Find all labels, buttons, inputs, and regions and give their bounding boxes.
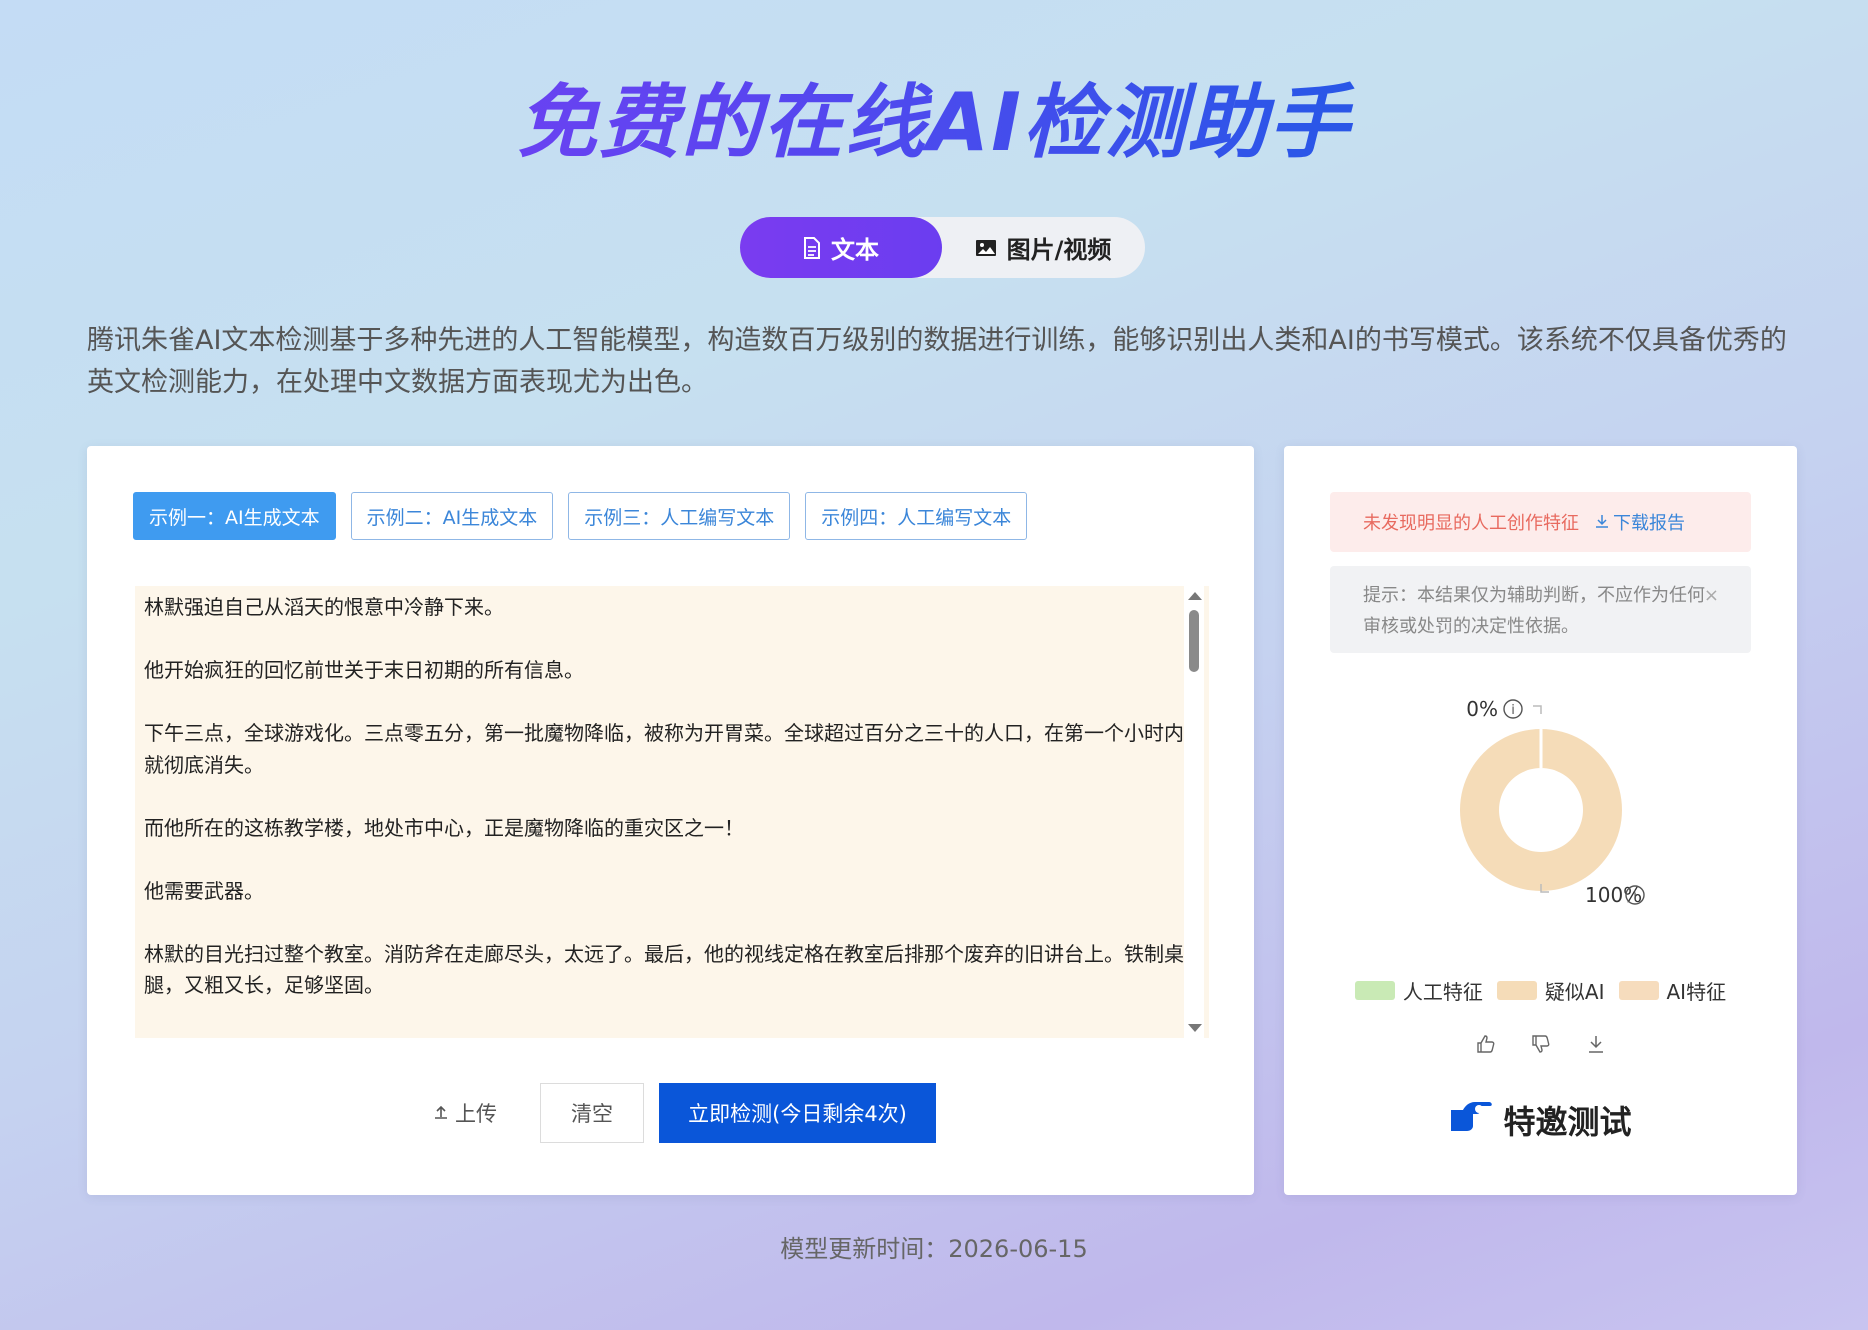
legend-swatch bbox=[1354, 981, 1395, 1000]
tab-text-label: 文本 bbox=[831, 236, 879, 264]
image-icon bbox=[975, 239, 997, 257]
paragraph: 林默的目光扫过整个教室。消防斧在走廊尽头，太远了。最后，他的视线定格在教室后排那… bbox=[144, 941, 1184, 998]
page-title: 免费的在线AI检测助手 bbox=[0, 58, 1868, 174]
feedback-bar bbox=[1284, 1034, 1797, 1054]
intro-text: 腾讯朱雀AI文本检测基于多种先进的人工智能模型，构造数百万级别的数据进行训练，能… bbox=[87, 325, 1787, 398]
disclaimer-tip: 提示：本结果仅为辅助判断，不应作为任何审核或处罚的决定性依据。 × bbox=[1330, 566, 1751, 653]
download-icon bbox=[1595, 512, 1609, 533]
result-donut-chart: 0% i 100% i bbox=[1284, 696, 1797, 926]
chart-legend: 人工特征 疑似AI AI特征 bbox=[1284, 976, 1797, 1005]
text-input-content: 林默强迫自己从滔天的恨意中冷静下来。 他开始疯狂的回忆前世关于末日初期的所有信息… bbox=[144, 592, 1184, 1033]
legend-label: 疑似AI bbox=[1544, 980, 1605, 1004]
svg-text:i: i bbox=[1511, 703, 1515, 718]
result-message: 未发现明显的人工创作特征 bbox=[1363, 513, 1579, 534]
close-icon[interactable]: × bbox=[1704, 580, 1719, 611]
legend-item-human[interactable]: 人工特征 bbox=[1354, 976, 1483, 1005]
legend-swatch bbox=[1618, 981, 1659, 1000]
scroll-down-arrow-icon[interactable] bbox=[1188, 1024, 1202, 1032]
upload-button[interactable]: 上传 bbox=[405, 1083, 525, 1143]
legend-swatch bbox=[1496, 981, 1537, 1000]
clear-button[interactable]: 清空 bbox=[540, 1083, 644, 1143]
download-icon[interactable] bbox=[1586, 1034, 1606, 1054]
value-label-human-leader-line bbox=[1533, 705, 1542, 714]
tab-image-video[interactable]: 图片/视频 bbox=[942, 217, 1144, 278]
mode-switch: 文本 图片/视频 bbox=[740, 217, 1145, 278]
legend-item-suspected-ai[interactable]: 疑似AI bbox=[1496, 976, 1605, 1005]
result-alert: 未发现明显的人工创作特征 下载报告 bbox=[1330, 492, 1751, 552]
paragraph: 他需要武器。 bbox=[144, 878, 264, 903]
special-test-badge[interactable]: 特邀测试 bbox=[1284, 1096, 1797, 1144]
example-buttons: 示例一：AI生成文本 示例二：AI生成文本 示例三：人工编写文本 示例四：人工编… bbox=[133, 492, 1028, 540]
legend-label: AI特征 bbox=[1666, 980, 1727, 1004]
detect-button[interactable]: 立即检测(今日剩余4次) bbox=[659, 1083, 936, 1143]
input-panel: 示例一：AI生成文本 示例二：AI生成文本 示例三：人工编写文本 示例四：人工编… bbox=[87, 446, 1254, 1195]
svg-text:i: i bbox=[1633, 889, 1637, 904]
scroll-up-arrow-icon[interactable] bbox=[1188, 592, 1202, 600]
example-4-button[interactable]: 示例四：人工编写文本 bbox=[805, 492, 1028, 540]
legend-item-ai[interactable]: AI特征 bbox=[1618, 976, 1727, 1005]
pointing-hand-icon bbox=[1449, 1096, 1495, 1144]
legend-label: 人工特征 bbox=[1402, 980, 1483, 1004]
example-1-button[interactable]: 示例一：AI生成文本 bbox=[133, 492, 336, 540]
disclaimer-text: 提示：本结果仅为辅助判断，不应作为任何审核或处罚的决定性依据。 bbox=[1363, 585, 1705, 637]
thumbs-down-icon[interactable] bbox=[1531, 1034, 1551, 1054]
paragraph: 下午三点，全球游戏化。三点零五分，第一批魔物降临，被称为开胃菜。全球超过百分之三… bbox=[144, 721, 1184, 777]
text-input-scrollbar[interactable] bbox=[1184, 586, 1204, 1038]
download-report-link[interactable]: 下载报告 bbox=[1595, 509, 1685, 535]
document-icon bbox=[803, 236, 821, 259]
value-label-human: 0% bbox=[1466, 697, 1498, 721]
result-panel: 未发现明显的人工创作特征 下载报告 提示：本结果仅为辅助判断，不应作为任何审核或… bbox=[1284, 446, 1797, 1195]
example-2-button[interactable]: 示例二：AI生成文本 bbox=[350, 492, 554, 540]
paragraph: 他开始疯狂的回忆前世关于末日初期的所有信息。 bbox=[144, 658, 584, 682]
text-input[interactable]: 林默强迫自己从滔天的恨意中冷静下来。 他开始疯狂的回忆前世关于末日初期的所有信息… bbox=[135, 586, 1209, 1038]
info-icon[interactable]: i bbox=[1503, 699, 1523, 719]
tab-text[interactable]: 文本 bbox=[740, 217, 942, 278]
tab-image-video-label: 图片/视频 bbox=[1006, 236, 1112, 264]
action-bar: 上传 清空 立即检测(今日剩余4次) bbox=[87, 1083, 1254, 1143]
upload-icon bbox=[433, 1101, 449, 1125]
thumbs-up-icon[interactable] bbox=[1476, 1034, 1496, 1054]
paragraph: 而他所在的这栋教学楼，地处市中心，正是魔物降临的重灾区之一！ bbox=[144, 815, 744, 840]
model-update-time: 模型更新时间：2026-06-15 bbox=[780, 1235, 1088, 1263]
special-test-label: 特邀测试 bbox=[1503, 1103, 1632, 1141]
scrollbar-thumb[interactable] bbox=[1189, 610, 1199, 672]
upload-label: 上传 bbox=[455, 1102, 497, 1126]
download-report-label: 下载报告 bbox=[1613, 513, 1685, 534]
paragraph: 林默强迫自己从滔天的恨意中冷静下来。 bbox=[144, 595, 504, 619]
example-3-button[interactable]: 示例三：人工编写文本 bbox=[568, 492, 791, 540]
